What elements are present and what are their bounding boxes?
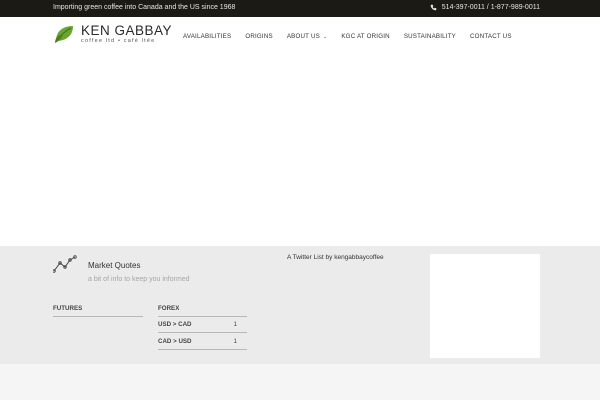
twitter-list-link[interactable]: A Twitter List by kengabbaycoffee xyxy=(287,254,384,261)
chevron-down-icon: ⌄ xyxy=(322,33,328,40)
nav-item-about-us[interactable]: ABOUT US ⌄ xyxy=(287,33,328,40)
phone-numbers[interactable]: 514-397-0011 / 1-877-989-0011 xyxy=(442,4,540,11)
nav-item-kgc-at-origin[interactable]: KGC AT ORIGIN xyxy=(341,33,389,40)
forex-value: 1 xyxy=(233,321,237,328)
market-quotes-subtitle: a bit of info to keep you informed xyxy=(88,276,190,283)
logo-name: KEN GABBAY xyxy=(81,22,173,38)
forex-value: 1 xyxy=(233,338,237,345)
nav-item-sustainability[interactable]: SUSTAINABILITY xyxy=(404,33,456,40)
top-bar: Importing green coffee into Canada and t… xyxy=(0,0,600,17)
forex-pair: USD > CAD xyxy=(158,321,192,328)
bottom-strip xyxy=(0,364,600,400)
site-header: KEN GABBAY coffee ltd • café ltée AVAILA… xyxy=(0,17,600,57)
forex-header: FOREX xyxy=(158,305,247,317)
footer-widgets: Market Quotes a bit of info to keep you … xyxy=(0,246,600,364)
embed-widget-box xyxy=(430,254,540,358)
main-nav: AVAILABILITIES ORIGINS ABOUT US ⌄ KGC AT … xyxy=(183,33,526,40)
phone-contact[interactable]: 514-397-0011 / 1-877-989-0011 xyxy=(430,4,540,11)
forex-row: CAD > USD 1 xyxy=(158,338,247,350)
nav-item-availabilities[interactable]: AVAILABILITIES xyxy=(183,33,231,40)
phone-icon xyxy=(430,4,437,11)
nav-item-contact-us[interactable]: CONTACT US xyxy=(470,33,512,40)
site-logo[interactable]: KEN GABBAY coffee ltd • café ltée xyxy=(53,23,172,45)
futures-header: FUTURES xyxy=(53,305,143,317)
tagline: Importing green coffee into Canada and t… xyxy=(53,4,236,11)
leaf-logo-icon xyxy=(55,26,73,43)
line-chart-icon xyxy=(53,255,77,273)
forex-pair: CAD > USD xyxy=(158,338,192,345)
forex-row: USD > CAD 1 xyxy=(158,321,247,333)
logo-subtitle: coffee ltd • café ltée xyxy=(81,38,156,44)
market-quotes-title: Market Quotes xyxy=(88,261,141,270)
nav-item-origins[interactable]: ORIGINS xyxy=(245,33,273,40)
